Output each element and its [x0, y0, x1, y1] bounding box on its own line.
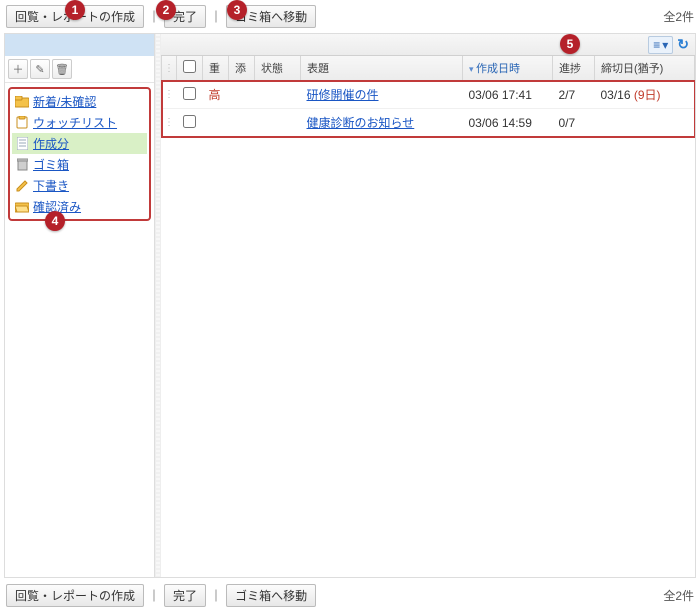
- cell-progress: 0/7: [553, 109, 595, 137]
- item-count: 全2件: [663, 8, 694, 25]
- folder-trash[interactable]: ゴミ箱: [12, 154, 147, 175]
- item-count-bottom: 全2件: [663, 587, 694, 604]
- sidebar-header: [5, 34, 154, 56]
- edit-folder-button[interactable]: ✎: [30, 59, 50, 79]
- cell-progress: 2/7: [553, 81, 595, 109]
- cell-attach: [229, 109, 255, 137]
- folder-created[interactable]: 作成分: [12, 133, 147, 154]
- row-checkbox[interactable]: [183, 115, 196, 128]
- sidebar-actions: ＋ ✎ 🗑: [5, 56, 154, 83]
- cell-due: 03/16 (9日): [595, 81, 695, 109]
- table-row[interactable]: ⋮ 健康診断のお知らせ 03/06 14:59 0/7: [162, 109, 695, 137]
- clipboard-icon: [15, 117, 29, 129]
- delete-folder-button[interactable]: 🗑: [52, 59, 72, 79]
- trash-icon: [15, 159, 29, 171]
- cell-created: 03/06 17:41: [463, 81, 553, 109]
- list-icon: ≡: [653, 38, 660, 52]
- folder-label: 下書き: [33, 177, 69, 194]
- callout-2: 2: [156, 0, 176, 20]
- col-due[interactable]: 締切日(猶予): [595, 56, 695, 81]
- col-progress[interactable]: 進捗: [553, 56, 595, 81]
- callout-1: 1: [65, 0, 85, 20]
- folder-icon: [15, 96, 29, 108]
- complete-button-bottom[interactable]: 完了: [164, 584, 206, 607]
- subject-link[interactable]: 健康診断のお知らせ: [307, 116, 415, 130]
- items-table: ⋮ 重 添 状態 表題 作成日時 進捗 締切日(猶予): [161, 56, 695, 137]
- folder-label: ウォッチリスト: [33, 114, 117, 131]
- row-menu-button[interactable]: ⋮: [162, 81, 177, 109]
- add-folder-button[interactable]: ＋: [8, 59, 28, 79]
- folder-label: 作成分: [33, 135, 69, 152]
- folder-label: 新着/未確認: [33, 93, 96, 110]
- bottom-toolbar: 回覧・レポートの作成 ｜ 完了 ｜ ゴミ箱へ移動 全2件: [0, 578, 700, 612]
- col-created[interactable]: 作成日時: [463, 56, 553, 81]
- folder-confirmed[interactable]: 確認済み: [12, 196, 147, 217]
- col-priority[interactable]: 重: [203, 56, 229, 81]
- doc-icon: [15, 138, 29, 150]
- folder-label: ゴミ箱: [33, 156, 69, 173]
- folder-draft[interactable]: 下書き: [12, 175, 147, 196]
- toolbar-sep: ｜: [148, 587, 160, 604]
- folder-new-unread[interactable]: 新着/未確認: [12, 91, 147, 112]
- cell-priority: 高: [203, 81, 229, 109]
- view-options-button[interactable]: ≡ ▾: [648, 36, 673, 54]
- create-report-button-bottom[interactable]: 回覧・レポートの作成: [6, 584, 144, 607]
- row-menu-button[interactable]: ⋮: [162, 109, 177, 137]
- col-attach[interactable]: 添: [229, 56, 255, 81]
- callout-5: 5: [560, 34, 580, 54]
- cell-status: [255, 109, 301, 137]
- move-to-trash-button-bottom[interactable]: ゴミ箱へ移動: [226, 584, 316, 607]
- refresh-button[interactable]: ↻: [677, 36, 689, 53]
- cell-status: [255, 81, 301, 109]
- cell-created: 03/06 14:59: [463, 109, 553, 137]
- top-toolbar: 回覧・レポートの作成 ｜ 完了 ｜ ゴミ箱へ移動 全2件: [0, 0, 700, 33]
- col-subject[interactable]: 表題: [301, 56, 463, 81]
- cell-due: [595, 109, 695, 137]
- pencil-icon: [15, 180, 29, 192]
- cell-attach: [229, 81, 255, 109]
- row-checkbox[interactable]: [183, 87, 196, 100]
- folder-watchlist[interactable]: ウォッチリスト: [12, 112, 147, 133]
- main-panel: 5 ≡ ▾ ↻ ⋮ 重 添 状態 表題: [161, 34, 695, 577]
- toolbar-sep: ｜: [210, 8, 222, 25]
- chevron-down-icon: ▾: [662, 38, 668, 52]
- callout-3: 3: [227, 0, 247, 20]
- table-row[interactable]: ⋮ 高 研修開催の件 03/06 17:41 2/7 03/16 (9日): [162, 81, 695, 109]
- folder-open-icon: [15, 201, 29, 213]
- toolbar-sep: ｜: [210, 587, 222, 604]
- callout-4: 4: [45, 211, 65, 231]
- subject-link[interactable]: 研修開催の件: [307, 88, 379, 102]
- row-menu-col: ⋮: [162, 56, 177, 81]
- sidebar: ＋ ✎ 🗑 新着/未確認 ウォッチリスト 作成分: [5, 34, 155, 577]
- col-status[interactable]: 状態: [255, 56, 301, 81]
- cell-priority: [203, 109, 229, 137]
- col-checkbox[interactable]: [177, 56, 203, 81]
- folder-cluster: 新着/未確認 ウォッチリスト 作成分 ゴミ箱: [8, 87, 151, 221]
- select-all-checkbox[interactable]: [183, 60, 196, 73]
